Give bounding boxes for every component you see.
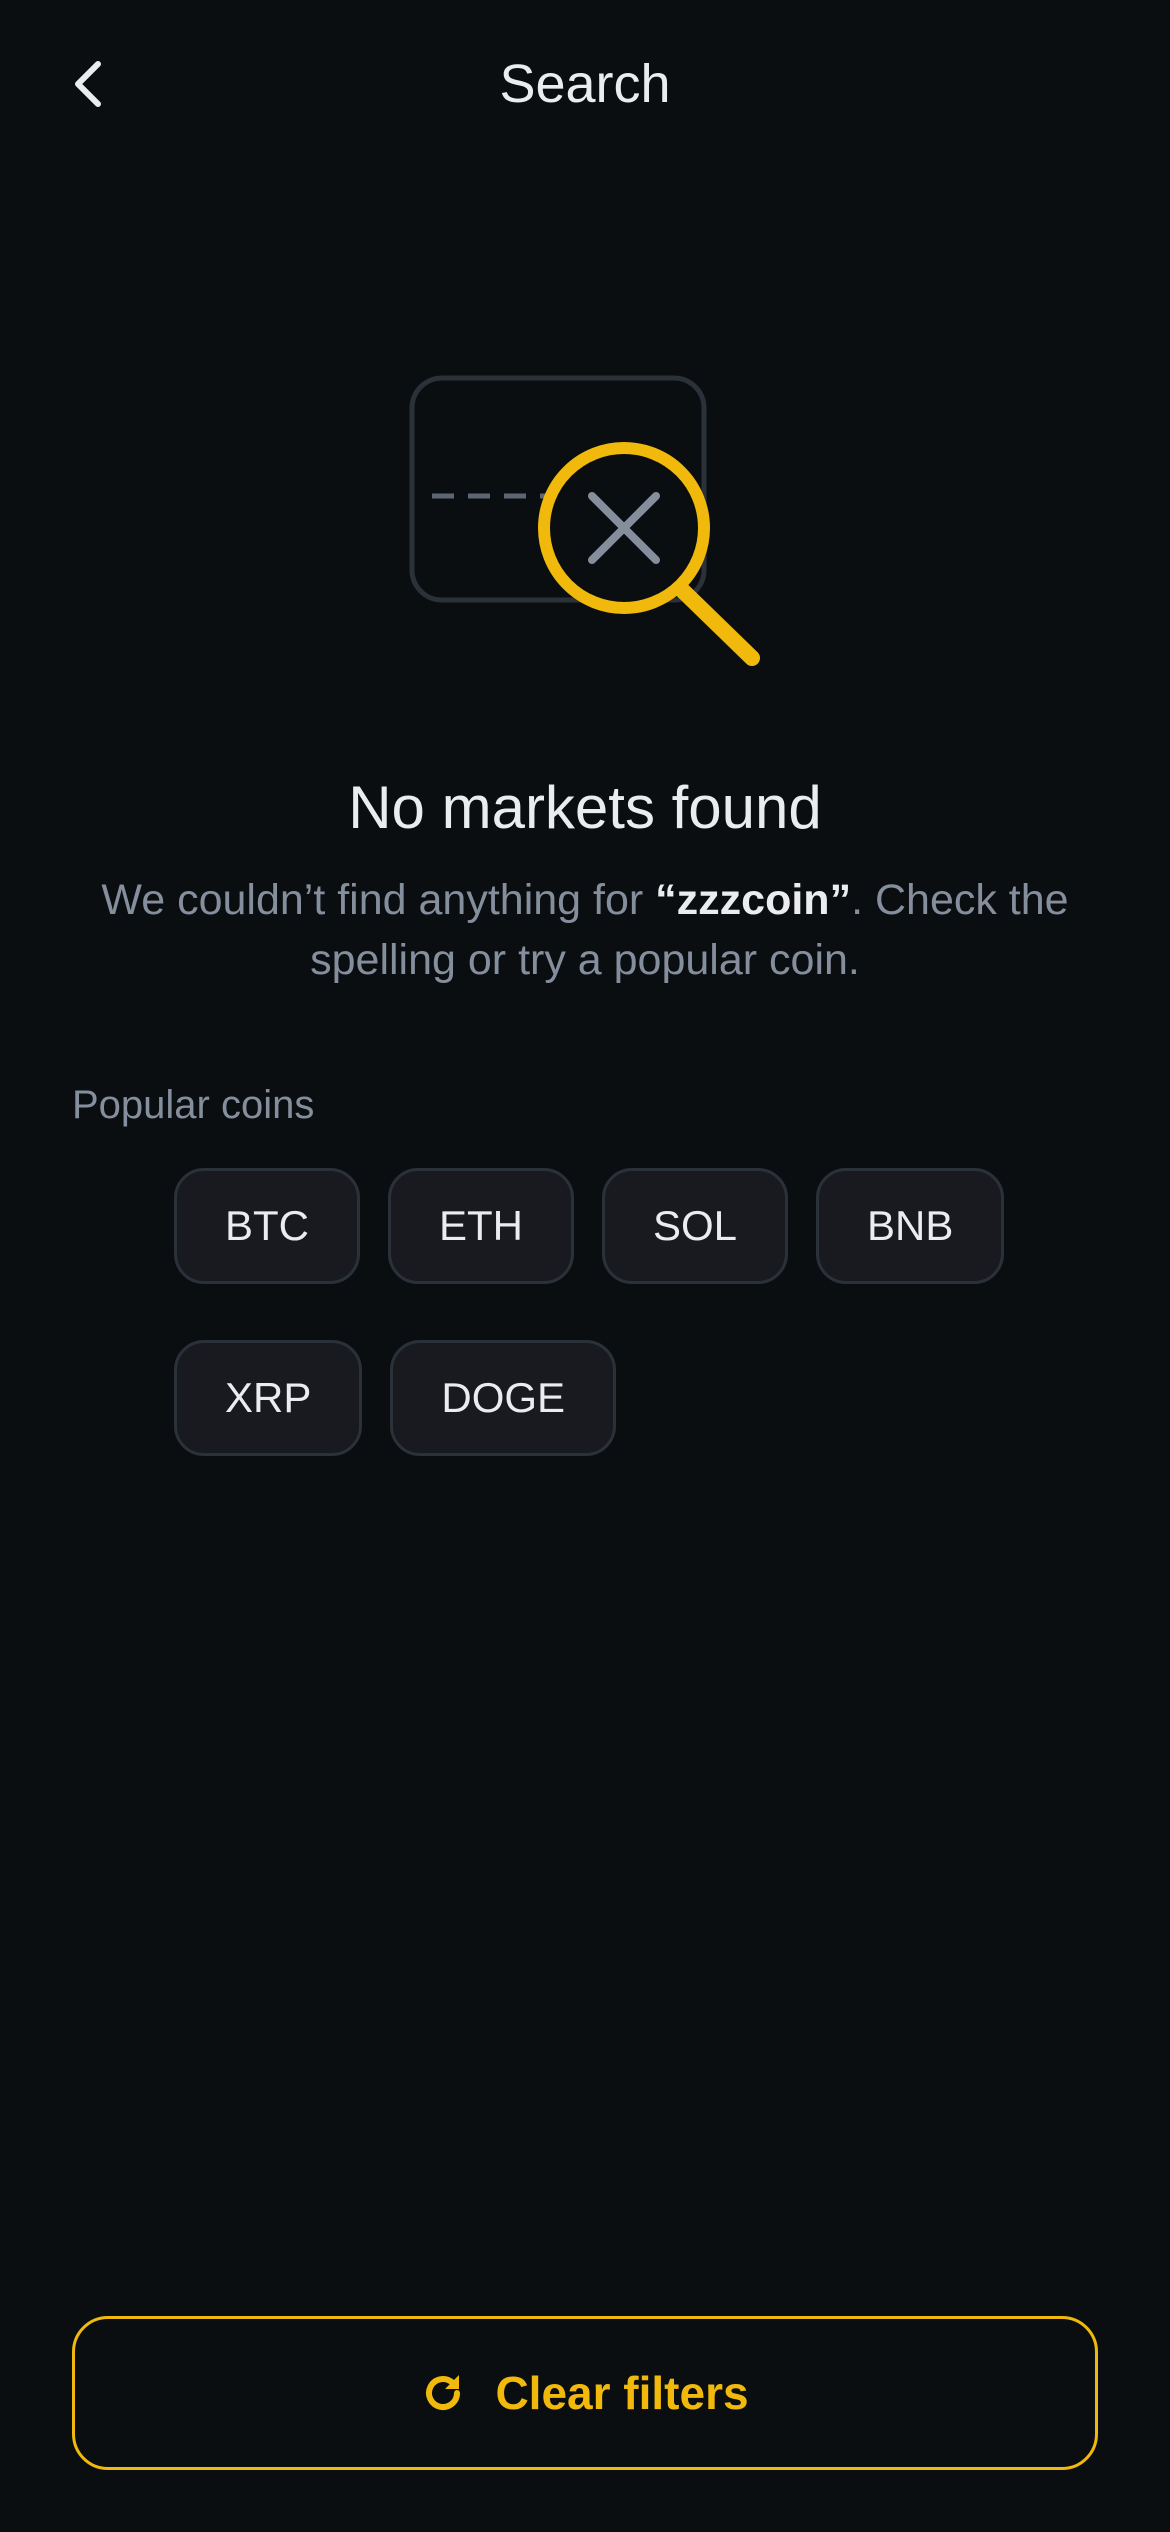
coin-chip-btc[interactable]: BTC: [174, 1168, 360, 1284]
description-text: We couldn’t find anything for: [101, 876, 656, 924]
popular-coins-list: BTC ETH SOL BNB XRP DOGE: [174, 1168, 1014, 1456]
clear-filters-label: Clear filters: [495, 2367, 749, 2419]
coin-chip-eth[interactable]: ETH: [388, 1168, 574, 1284]
popular-coins-label: Popular coins: [72, 1083, 315, 1127]
coin-chip-bnb[interactable]: BNB: [816, 1168, 1005, 1284]
clear-filters-button[interactable]: Clear filters: [72, 2316, 1098, 2470]
coin-chip-sol[interactable]: SOL: [602, 1168, 789, 1284]
page-title: Search: [499, 54, 671, 114]
header-bar: Search: [0, 0, 1170, 170]
search-no-results-icon: [400, 370, 770, 670]
empty-state-title: No markets found: [348, 774, 822, 841]
coin-chip-xrp[interactable]: XRP: [174, 1340, 363, 1456]
search-query: “zzzcoin”: [655, 876, 852, 924]
coin-chip-doge[interactable]: DOGE: [390, 1340, 617, 1456]
refresh-icon: [421, 2371, 465, 2415]
empty-state-description: We couldn’t find anything for “zzzcoin”.…: [90, 870, 1080, 990]
